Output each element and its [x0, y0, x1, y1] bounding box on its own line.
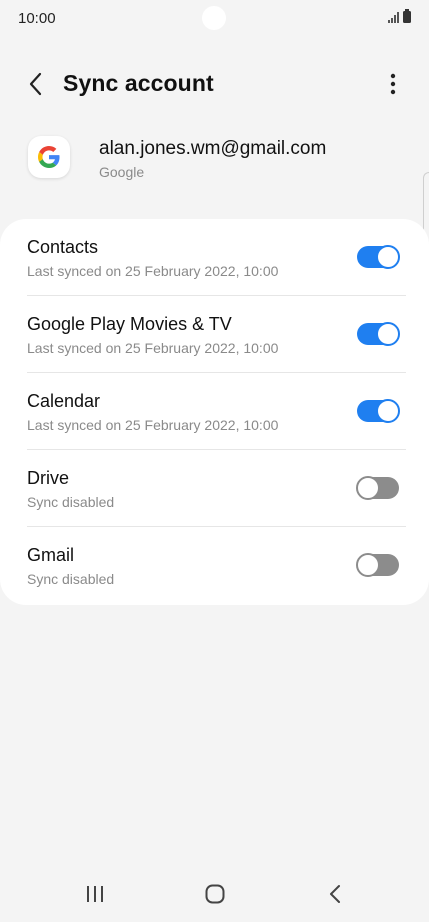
account-email: alan.jones.wm@gmail.com: [99, 138, 327, 159]
camera-cutout: [202, 6, 226, 30]
sync-item-status: Last synced on 25 February 2022, 10:00: [27, 340, 279, 356]
sync-item-title: Drive: [27, 468, 70, 488]
back-icon: [330, 885, 340, 903]
sync-toggle-contacts[interactable]: [357, 245, 400, 269]
sync-item-title: Google Play Movies & TV: [27, 314, 232, 334]
sync-items-list: Contacts Last synced on 25 February 2022…: [0, 219, 429, 605]
sync-item-status: Last synced on 25 February 2022, 10:00: [27, 263, 279, 279]
signal-icon: [388, 12, 399, 23]
back-button[interactable]: [22, 70, 50, 98]
status-icons: [388, 9, 411, 23]
recent-apps-button[interactable]: [73, 872, 117, 916]
sync-toggle-calendar[interactable]: [357, 399, 400, 423]
app-bar: Sync account: [0, 62, 429, 106]
nav-back-button[interactable]: [314, 872, 358, 916]
recent-apps-icon: [87, 886, 103, 902]
sync-item-contacts[interactable]: Contacts Last synced on 25 February 2022…: [0, 219, 429, 296]
sync-toggle-google-play-movies-tv[interactable]: [357, 322, 400, 346]
sync-item-status: Sync disabled: [27, 571, 115, 587]
more-vertical-icon: [390, 73, 396, 95]
home-icon: [205, 884, 225, 904]
chevron-left-icon: [29, 72, 42, 96]
sync-item-title: Gmail: [27, 545, 75, 565]
more-options-button[interactable]: [383, 70, 403, 98]
sync-item-status: Sync disabled: [27, 494, 115, 510]
sync-item-gmail[interactable]: Gmail Sync disabled: [0, 527, 429, 604]
page-title: Sync account: [63, 70, 214, 96]
sync-item-status: Last synced on 25 February 2022, 10:00: [27, 417, 279, 433]
navigation-bar: [0, 872, 429, 918]
google-logo-icon: [28, 136, 70, 178]
sync-toggle-gmail[interactable]: [356, 553, 399, 577]
sync-item-google-play-movies-tv[interactable]: Google Play Movies & TV Last synced on 2…: [0, 296, 429, 373]
status-time: 10:00: [18, 10, 56, 27]
sync-item-calendar[interactable]: Calendar Last synced on 25 February 2022…: [0, 373, 429, 450]
sync-item-title: Contacts: [27, 237, 99, 257]
home-button[interactable]: [193, 872, 237, 916]
google-g-icon: [38, 146, 60, 168]
sync-item-title: Calendar: [27, 391, 101, 411]
battery-icon: [403, 9, 411, 23]
account-type: Google: [99, 164, 145, 180]
status-bar: 10:00: [0, 0, 429, 36]
sync-toggle-drive[interactable]: [356, 476, 399, 500]
sync-item-drive[interactable]: Drive Sync disabled: [0, 450, 429, 527]
account-header: alan.jones.wm@gmail.com Google: [28, 136, 401, 182]
